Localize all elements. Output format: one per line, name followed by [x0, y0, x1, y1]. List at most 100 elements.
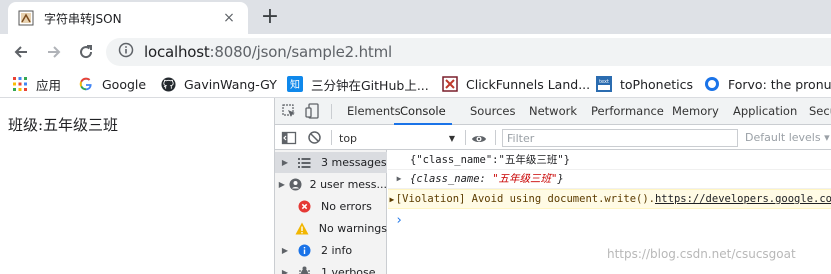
device-toolbar-icon[interactable] [305, 103, 321, 123]
bookmark-label: Google [102, 76, 147, 92]
reload-icon [80, 45, 93, 59]
console-sidebar: ▶ 3 messages ▶ 2 user mess... No errors [275, 150, 387, 274]
list-icon [295, 156, 313, 170]
error-icon [295, 200, 313, 214]
bookmark-clickfunnels[interactable]: ClickFunnels Land... [442, 74, 590, 94]
toolbar-divider [331, 104, 332, 119]
browser-tab[interactable]: 字符串转JSON × [8, 2, 248, 34]
class-name-text: 班级:五年级三班 [8, 116, 119, 134]
expand-arrow-icon: ▶ [281, 158, 289, 167]
violation-text: [Violation] Avoid using document.write()… [395, 193, 655, 205]
toolbar-divider [465, 130, 466, 145]
info-icon[interactable] [118, 42, 134, 62]
toolbar-divider [331, 130, 332, 145]
console-violation-line[interactable]: ▶ [Violation] Avoid using document.write… [388, 189, 831, 209]
clear-console-icon[interactable] [307, 130, 322, 149]
arrow-right-icon [48, 46, 61, 58]
log-object-value: "五年级三班" [492, 173, 558, 185]
bookmark-apps[interactable]: 应用 [12, 74, 61, 94]
inspect-element-icon[interactable] [282, 104, 297, 123]
bookmark-label: GavinWang-GY [184, 76, 277, 92]
close-tab-icon[interactable]: × [220, 10, 238, 26]
sidebar-item-info[interactable]: ▶ 2 info [275, 240, 387, 261]
bug-icon [295, 266, 313, 274]
tab-title: 字符串转JSON [44, 11, 122, 26]
context-select[interactable]: top ▼ [337, 128, 459, 148]
tab-elements[interactable]: Elements [347, 98, 401, 125]
sidebar-item-user-messages[interactable]: ▶ 2 user mess... [275, 174, 387, 195]
toolbar-divider [495, 130, 496, 145]
svg-text:知: 知 [290, 78, 300, 91]
log-levels-dropdown[interactable]: Default levels ▾ [745, 131, 830, 144]
forward-button[interactable] [42, 40, 66, 64]
bookmark-zhihu[interactable]: 知 三分钟在GitHub上... [287, 74, 429, 94]
bookmark-label: Forvo: the pronun [728, 76, 831, 92]
devtools-tab-bar: Elements Console Sources Network Perform… [275, 98, 831, 125]
url-path: :8080/json/sample2.html [209, 43, 393, 61]
github-icon [160, 76, 176, 92]
violation-link[interactable]: https://developers.google.co [655, 193, 831, 205]
filter-input[interactable]: Filter [502, 129, 738, 147]
filter-placeholder: Filter [507, 131, 535, 145]
clickfunnels-icon [442, 76, 458, 92]
expand-arrow-icon: ▶ [281, 268, 289, 274]
url-text[interactable]: localhost:8080/json/sample2.html [144, 43, 392, 61]
address-bar[interactable]: localhost:8080/json/sample2.html [106, 38, 831, 66]
sidebar-label: No errors [321, 200, 372, 213]
expand-arrow-icon: ▶ [281, 246, 289, 255]
svg-text:text: text [599, 79, 609, 85]
log-object-key: {class_name: [410, 173, 493, 185]
live-expression-eye-icon[interactable] [471, 131, 487, 150]
prompt-chevron-icon: › [395, 212, 403, 228]
bookmark-label: 应用 [36, 77, 62, 93]
page-favicon-icon [18, 10, 34, 26]
bookmark-tophonetics[interactable]: text toPhonetics [596, 74, 693, 94]
log-object: {class_name: "五年级三班"} [410, 171, 564, 186]
bookmark-github[interactable]: GavinWang-GY [160, 74, 277, 94]
tab-security[interactable]: Secu [809, 98, 831, 125]
bookmark-google[interactable]: Google [78, 74, 146, 94]
back-button[interactable] [9, 40, 33, 64]
sidebar-item-messages[interactable]: ▶ 3 messages [275, 152, 387, 173]
sidebar-label: No warnings [318, 222, 387, 235]
reload-button[interactable] [74, 40, 98, 64]
tab-memory[interactable]: Memory [672, 98, 719, 125]
tophonetics-icon: text [596, 76, 612, 92]
new-tab-button[interactable]: + [258, 4, 282, 30]
bookmarks-bar: 应用 Google GavinWang-GY 知 三分钟在GitHub上... … [0, 70, 831, 98]
arrow-left-icon [14, 46, 27, 58]
tab-console[interactable]: Console [394, 98, 452, 125]
console-toolbar: top ▼ Filter Default levels ▾ [275, 126, 831, 150]
sidebar-item-warnings[interactable]: No warnings [275, 218, 387, 239]
console-log-line[interactable]: {"class_name":"五年级三班"} [388, 150, 831, 170]
info-icon [295, 244, 313, 258]
log-json-string: {"class_name":"五年级三班"} [410, 154, 570, 166]
url-host: localhost [144, 43, 210, 61]
sidebar-item-errors[interactable]: No errors [275, 196, 387, 217]
user-icon [289, 178, 302, 192]
page-viewport: 班级:五年级三班 [0, 98, 274, 274]
zhihu-icon: 知 [287, 76, 303, 92]
tab-application[interactable]: Application [733, 98, 797, 125]
tab-strip: 字符串转JSON × + [0, 0, 831, 34]
dropdown-arrow-icon: ▼ [448, 133, 455, 143]
google-icon [78, 76, 94, 92]
log-object-end: } [557, 173, 564, 185]
browser-toolbar: localhost:8080/json/sample2.html [0, 34, 831, 70]
expand-arrow-icon[interactable]: ▶ [388, 195, 396, 204]
sidebar-item-verbose[interactable]: ▶ 1 verbose [275, 262, 387, 274]
expand-arrow-icon[interactable]: ▶ [388, 174, 410, 183]
tab-performance[interactable]: Performance [591, 98, 664, 125]
show-sidebar-icon[interactable] [281, 130, 297, 150]
expand-arrow-icon: ▶ [278, 180, 285, 189]
bookmark-label: toPhonetics [620, 76, 694, 92]
bookmark-label: ClickFunnels Land... [466, 76, 591, 92]
tab-network[interactable]: Network [529, 98, 577, 125]
bookmark-forvo[interactable]: Forvo: the pronun [704, 74, 831, 94]
bookmark-label: 三分钟在GitHub上... [311, 77, 429, 93]
console-prompt[interactable]: › [388, 210, 831, 230]
sidebar-label: 1 verbose [321, 266, 376, 274]
tab-sources[interactable]: Sources [470, 98, 516, 125]
console-log-line[interactable]: ▶ {class_name: "五年级三班"} [388, 169, 831, 189]
sidebar-label: 2 info [321, 244, 353, 257]
